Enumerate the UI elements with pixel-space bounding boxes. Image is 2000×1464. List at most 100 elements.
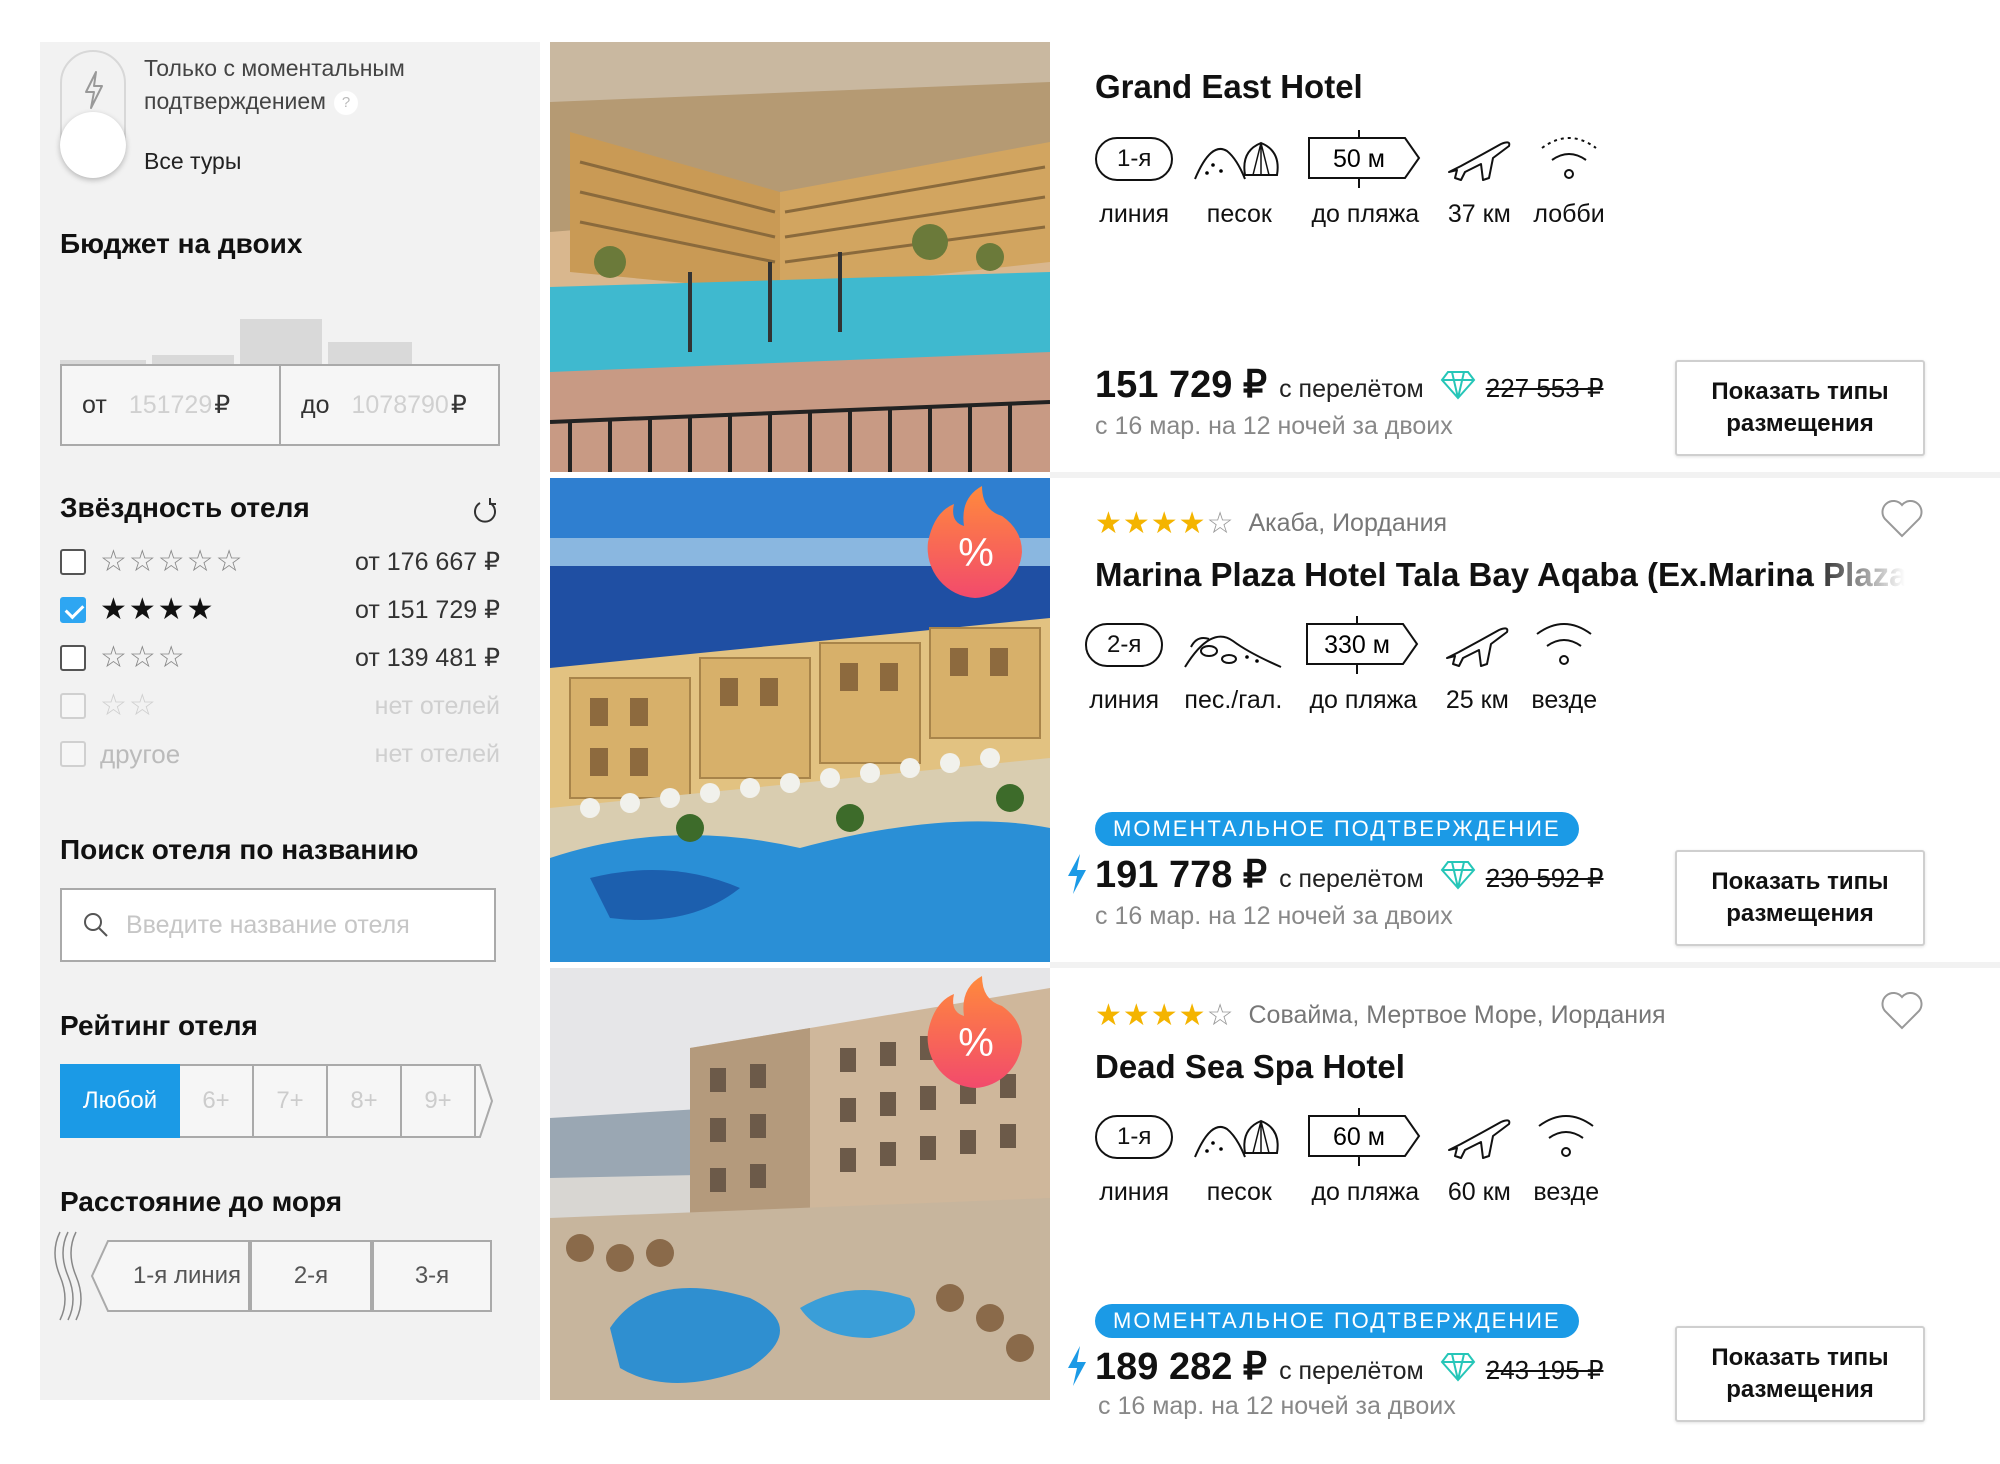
stars-3-icon: ☆☆☆ — [100, 641, 187, 674]
hotel-photo[interactable] — [550, 42, 1050, 472]
feature-caption: песок — [1206, 1178, 1272, 1206]
hotel-meta: ★★★★☆ Совайма, Мертвое Море, Иордания — [1095, 998, 1666, 1033]
star-filter-4[interactable]: ★★★★ от 151 729 ₽ — [60, 592, 500, 628]
budget-from-field[interactable]: от 151729 ₽ — [62, 366, 279, 444]
reset-icon[interactable] — [470, 496, 500, 526]
price: 151 729 ₽ — [1095, 364, 1268, 406]
stars-4-icon: ★★★★ — [100, 593, 216, 626]
search-icon — [84, 913, 108, 937]
star-filter-5[interactable]: ☆☆☆☆☆ от 176 667 ₽ — [60, 544, 500, 580]
star-price: нет отелей — [374, 691, 500, 720]
distance-value: 50 м — [1333, 145, 1385, 173]
checkbox[interactable] — [60, 549, 86, 575]
hotel-features: 1-я линия песок 60 м до пляжа 60 км везд… — [1095, 1106, 1617, 1207]
bolt-icon — [1068, 854, 1086, 894]
feature-wifi: везде — [1533, 1106, 1599, 1207]
hotel-name[interactable]: Grand East Hotel — [1095, 68, 1363, 106]
favorite-heart-icon[interactable] — [1880, 990, 1924, 1030]
checkbox[interactable] — [60, 645, 86, 671]
airplane-icon — [1448, 141, 1511, 181]
hotel-card[interactable]: % ★★★★☆ Акаба, Иордания Marina Plaza Hot… — [550, 478, 2000, 968]
hot-deal-badge-icon: % — [927, 486, 1022, 598]
checkbox-disabled — [60, 741, 86, 767]
star-filter-3[interactable]: ☆☆☆ от 139 481 ₽ — [60, 640, 500, 676]
from-placeholder[interactable]: 151729 — [129, 391, 212, 420]
feature-caption: везде — [1531, 686, 1598, 714]
feature-airport: 37 км — [1443, 128, 1515, 229]
feature-beach: песок — [1191, 1106, 1287, 1207]
feature-caption: песок — [1206, 200, 1272, 228]
stars-2-icon: ☆☆ — [100, 689, 158, 722]
star-price: от 139 481 ₽ — [355, 644, 500, 672]
show-room-types-button[interactable]: Показать типы размещения — [1675, 850, 1925, 946]
show-room-types-button[interactable]: Показать типы размещения — [1675, 360, 1925, 456]
feature-airport: 25 км — [1441, 614, 1513, 715]
wifi-icon — [1538, 1115, 1594, 1157]
star-filter-2: ☆☆ нет отелей — [60, 688, 500, 724]
rating-selector: Любой 6+ 7+ 8+ 9+ — [60, 1064, 494, 1138]
distance-option-line1[interactable]: 1-я линия — [126, 1240, 250, 1312]
line-pill-icon: 1-я — [1095, 137, 1174, 181]
currency: ₽ — [450, 391, 467, 419]
hotel-card[interactable]: Grand East Hotel 1-я линия песок 50 м до… — [550, 42, 2000, 478]
instant-confirm-toggle[interactable] — [60, 50, 126, 178]
distance-sign-icon: 60 м — [1308, 1108, 1421, 1166]
hotel-name[interactable]: Marina Plaza Hotel Tala Bay Aqaba (Ex.Ma… — [1095, 556, 1905, 594]
price-note: с перелётом — [1279, 865, 1424, 893]
rating-option-9[interactable]: 9+ — [402, 1064, 476, 1138]
hotel-name[interactable]: Dead Sea Spa Hotel — [1095, 1048, 1405, 1086]
distance-sign-icon: 50 м — [1308, 130, 1421, 188]
all-tours-label[interactable]: Все туры — [144, 148, 241, 175]
feature-caption: линия — [1099, 1178, 1170, 1206]
hotel-location: Совайма, Мертвое Море, Иордания — [1248, 1001, 1666, 1029]
tour-dates: с 16 мар. на 12 ночей за двоих — [1095, 412, 1453, 440]
line-pill-icon: 2-я — [1085, 623, 1164, 667]
feature-airport: 60 км — [1443, 1106, 1515, 1207]
to-placeholder[interactable]: 1078790 — [352, 391, 449, 420]
stars-5-icon: ☆☆☆☆☆ — [100, 545, 245, 578]
price-row: 189 282 ₽ с перелётом 243 195 ₽ — [1095, 1344, 1603, 1389]
instant-confirmation-badge: МОМЕНТАЛЬНОЕ ПОДТВЕРЖДЕНИЕ — [1095, 1304, 1579, 1338]
checkbox-checked[interactable] — [60, 597, 86, 623]
sand-beach-icon — [1194, 141, 1279, 180]
favorite-heart-icon[interactable] — [1880, 498, 1924, 538]
stars-title: Звёздность отеля — [60, 492, 310, 523]
feature-caption: до пляжа — [1309, 686, 1418, 714]
instant-toggle-label: Только с моментальным подтверждением? — [144, 55, 405, 115]
bolt-icon — [85, 71, 103, 109]
rating-option-7[interactable]: 7+ — [254, 1064, 328, 1138]
rating-option-8[interactable]: 8+ — [328, 1064, 402, 1138]
help-icon[interactable]: ? — [334, 90, 358, 115]
star-price: нет отелей — [374, 739, 500, 768]
feature-caption: лобби — [1533, 200, 1605, 228]
rating-option-6[interactable]: 6+ — [180, 1064, 254, 1138]
sea-wave-icon — [54, 1231, 82, 1321]
feature-wifi: лобби — [1533, 128, 1605, 229]
currency: ₽ — [214, 391, 231, 419]
feature-beach: песок — [1191, 128, 1287, 229]
hotel-search-box[interactable] — [60, 888, 496, 962]
hotel-search-input[interactable] — [124, 909, 464, 941]
rating-title: Рейтинг отеля — [60, 1010, 258, 1041]
star-price: от 176 667 ₽ — [355, 548, 500, 576]
budget-title: Бюджет на двоих — [60, 228, 303, 259]
distance-option-line2[interactable]: 2-я — [250, 1240, 372, 1312]
distance-option-line3[interactable]: 3-я — [372, 1240, 492, 1312]
price: 189 282 ₽ — [1095, 1346, 1268, 1388]
budget-to-field[interactable]: до 1078790 ₽ — [279, 366, 498, 444]
feature-caption: линия — [1099, 200, 1170, 228]
toggle-knob[interactable] — [60, 112, 126, 178]
feature-distance: 60 м до пляжа — [1305, 1106, 1425, 1207]
show-room-types-button[interactable]: Показать типы размещения — [1675, 1326, 1925, 1422]
star-filter-other: другое нет отелей — [60, 736, 500, 772]
feature-caption: 60 км — [1447, 1178, 1511, 1206]
feature-caption: до пляжа — [1311, 200, 1420, 228]
feature-line: 2-я линия — [1085, 614, 1164, 715]
distance-arrow-tip — [90, 1240, 126, 1312]
old-price: 227 553 ₽ — [1485, 373, 1604, 403]
other-label: другое — [100, 738, 181, 769]
diamond-icon — [1440, 860, 1476, 890]
hotel-card[interactable]: % ★★★★☆ Совайма, Мертвое Море, Иордания … — [550, 968, 2000, 1422]
feature-caption: пес./гал. — [1184, 686, 1283, 714]
rating-option-any[interactable]: Любой — [60, 1064, 180, 1138]
